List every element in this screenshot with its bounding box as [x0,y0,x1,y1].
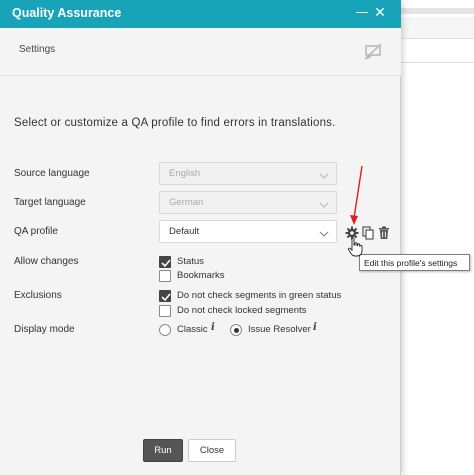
green-status-checkbox-label: Do not check segments in green status [177,290,342,301]
background-toolbar [401,17,474,39]
locked-segments-checkbox-label: Do not check locked segments [177,305,307,316]
background-window [401,0,474,475]
status-checkbox-label: Status [177,256,204,267]
issue-resolver-radio[interactable] [230,324,242,336]
minimize-button[interactable]: — [354,4,370,22]
background-divider [401,62,474,63]
green-status-checkbox[interactable] [159,290,171,302]
chat-off-icon[interactable] [364,43,382,61]
close-dialog-button[interactable]: ✕ [372,4,388,22]
bookmarks-checkbox-label: Bookmarks [177,270,225,281]
classic-radio-label: Classic [177,324,208,335]
background-strip [401,8,474,14]
target-language-value: German [169,197,204,208]
target-language-label: Target language [14,197,86,208]
chevron-down-icon [318,167,330,179]
exclusions-label: Exclusions [14,290,62,301]
bookmarks-checkbox[interactable] [159,270,171,282]
dialog-title: Quality Assurance [12,6,122,20]
dialog-titlebar: Quality Assurance — ✕ [0,0,401,28]
issue-resolver-radio-label: Issue Resolver [248,324,311,335]
target-language-select[interactable]: German [159,191,337,214]
close-button[interactable]: Close [188,439,236,462]
run-button[interactable]: Run [143,439,183,462]
locked-segments-checkbox[interactable] [159,305,171,317]
edit-profile-tooltip: Edit this profile's settings [359,254,470,271]
chevron-down-icon [318,196,330,208]
source-language-label: Source language [14,168,90,179]
source-language-value: English [169,168,201,179]
display-mode-label: Display mode [14,324,75,335]
qa-profile-label: QA profile [14,226,58,237]
classic-radio[interactable] [159,324,171,336]
settings-header: Settings [0,28,401,76]
settings-label: Settings [19,44,56,55]
allow-changes-label: Allow changes [14,256,79,267]
annotation-arrow [350,165,363,225]
issue-resolver-info-icon[interactable]: i [313,322,317,333]
hand-cursor-icon [347,237,363,257]
chevron-down-icon [318,225,330,237]
classic-info-icon[interactable]: i [211,322,215,333]
intro-text: Select or customize a QA profile to find… [14,117,336,129]
status-checkbox[interactable] [159,256,171,268]
qa-profile-value: Default [169,226,200,237]
source-language-select[interactable]: English [159,162,337,185]
qa-profile-select[interactable]: Default [159,220,337,243]
qa-dialog: Quality Assurance — ✕ Settings Select or… [0,0,401,475]
